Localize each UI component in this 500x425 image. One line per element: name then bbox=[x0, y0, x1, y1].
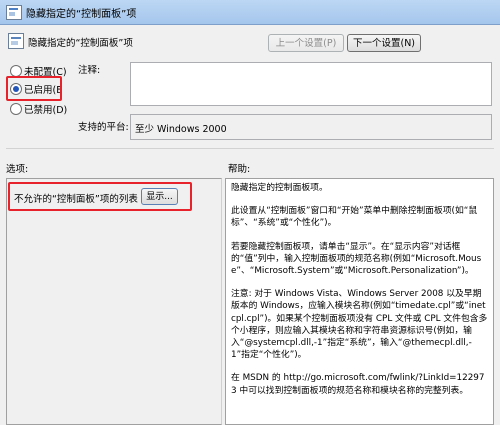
help-text: 隐藏指定的控制面板项。 此设置从“控制面板”窗口和“开始”菜单中删除控制面板项(… bbox=[231, 182, 489, 408]
platform-field: 至少 Windows 2000 bbox=[130, 114, 492, 140]
platform-label: 支持的平台: bbox=[78, 122, 129, 133]
help-paragraph: 注意: 对于 Windows Vista、Windows Server 2008… bbox=[231, 289, 488, 361]
help-paragraph: 隐藏指定的控制面板项。 bbox=[231, 183, 328, 193]
window-title: 隐藏指定的“控制面板”项 bbox=[26, 9, 137, 20]
options-label: 选项: bbox=[6, 164, 29, 175]
divider bbox=[6, 148, 494, 149]
highlight-box-options bbox=[8, 182, 192, 211]
title-bar[interactable]: 隐藏指定的“控制面板”项 bbox=[0, 0, 500, 25]
comment-label: 注释: bbox=[78, 65, 101, 76]
help-paragraph: 若要隐藏控制面板项，请单击“显示”。在“显示内容”对话框的“值”列中，输入控制面… bbox=[231, 241, 482, 277]
platform-value: 至少 Windows 2000 bbox=[135, 124, 227, 135]
help-paragraph: 此设置从“控制面板”窗口和“开始”菜单中删除控制面板项(如“鼠标”、“系统”或“… bbox=[231, 206, 478, 229]
help-label: 帮助: bbox=[228, 164, 251, 175]
comment-field[interactable] bbox=[130, 62, 492, 106]
options-panel bbox=[6, 178, 222, 425]
setting-icon bbox=[8, 33, 24, 49]
help-paragraph: 在 MSDN 的 http://go.microsoft.com/fwlink/… bbox=[231, 373, 485, 396]
window-icon bbox=[6, 5, 22, 20]
previous-setting-button[interactable]: 上一个设置(P) bbox=[268, 34, 344, 52]
next-setting-button[interactable]: 下一个设置(N) bbox=[347, 34, 421, 52]
radio-circle[interactable] bbox=[10, 103, 22, 115]
highlight-box-enabled bbox=[6, 76, 62, 101]
setting-name: 隐藏指定的“控制面板”项 bbox=[28, 38, 133, 49]
policy-window: 隐藏指定的“控制面板”项 隐藏指定的“控制面板”项 上一个设置(P) 下一个设置… bbox=[0, 0, 500, 425]
radio-label: 已禁用(D) bbox=[24, 105, 68, 116]
